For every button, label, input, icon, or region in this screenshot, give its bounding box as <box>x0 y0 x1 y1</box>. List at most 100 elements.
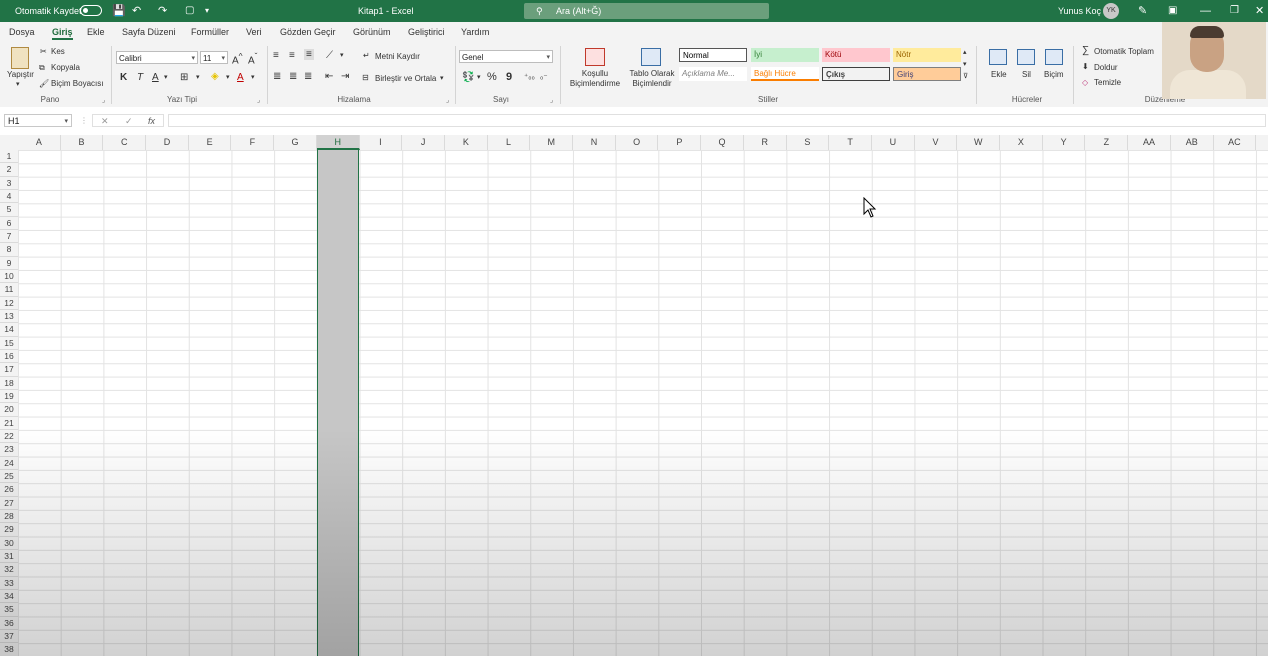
redo-icon[interactable]: ↷ <box>158 0 167 22</box>
row-header-27[interactable]: 27 <box>0 497 18 510</box>
underline-button[interactable]: A <box>152 72 159 83</box>
cancel-icon[interactable]: ✕ <box>101 115 109 128</box>
tab-gelistirici[interactable]: Geliştirici <box>408 22 445 42</box>
name-box-dropdown-icon[interactable]: ▾ <box>64 115 68 128</box>
number-format-combo[interactable]: Genel ▾ <box>459 50 553 63</box>
insert-cells-icon[interactable] <box>989 49 1007 65</box>
number-launcher-icon[interactable]: ⌟ <box>550 96 553 104</box>
decrease-decimal-icon[interactable]: ₀⁻ <box>540 72 548 81</box>
column-header-u[interactable]: U <box>872 135 915 150</box>
column-header-b[interactable]: B <box>61 135 104 150</box>
cell-style-5[interactable]: Bağlı Hücre <box>751 67 819 81</box>
align-bottom-icon[interactable]: ≡ <box>304 49 314 60</box>
paste-dropdown-icon[interactable]: ▾ <box>16 80 20 88</box>
column-header-x[interactable]: X <box>1000 135 1043 150</box>
merge-dropdown-icon[interactable]: ▾ <box>440 74 444 82</box>
row-header-13[interactable]: 13 <box>0 310 18 324</box>
row-header-29[interactable]: 29 <box>0 523 18 537</box>
cell-style-7[interactable]: Giriş <box>893 67 961 81</box>
row-header-3[interactable]: 3 <box>0 177 18 190</box>
font-color-dropdown-icon[interactable]: ▾ <box>251 73 255 81</box>
format-as-table-button[interactable]: Tablo Olarak Biçimlendir <box>626 69 678 89</box>
row-header-4[interactable]: 4 <box>0 190 18 204</box>
tab-giris[interactable]: Giriş <box>52 22 73 42</box>
increase-decimal-icon[interactable]: ⁺₀₀ <box>524 72 535 81</box>
row-header-24[interactable]: 24 <box>0 457 18 470</box>
styles-more-icon[interactable]: ⊽ <box>963 72 968 80</box>
format-cells-icon[interactable] <box>1045 49 1063 65</box>
search-box[interactable]: ⚲ Ara (Alt+Ğ) <box>524 3 769 19</box>
row-header-28[interactable]: 28 <box>0 510 18 524</box>
row-header-9[interactable]: 9 <box>0 257 18 270</box>
styles-scroll-down-icon[interactable]: ▾ <box>963 60 967 68</box>
column-header-y[interactable]: Y <box>1043 135 1086 150</box>
font-name-combo[interactable]: Calibri ▾ <box>116 51 198 64</box>
comma-button[interactable]: 9 <box>506 71 512 83</box>
row-header-8[interactable]: 8 <box>0 243 18 257</box>
column-header-w[interactable]: W <box>957 135 1001 150</box>
column-header-c[interactable]: C <box>103 135 147 150</box>
conditional-formatting-button[interactable]: Koşullu Biçimlendirme <box>565 69 625 89</box>
close-icon[interactable]: ✕ <box>1255 0 1264 22</box>
row-header-19[interactable]: 19 <box>0 390 18 404</box>
column-header-l[interactable]: L <box>488 135 531 150</box>
font-size-combo[interactable]: 11 ▾ <box>200 51 228 64</box>
bold-button[interactable]: K <box>120 72 127 83</box>
align-left-icon[interactable]: ≣ <box>273 71 281 82</box>
row-header-7[interactable]: 7 <box>0 230 18 244</box>
formula-input[interactable] <box>168 114 1266 127</box>
tab-yardim[interactable]: Yardım <box>461 22 489 42</box>
insert-cells-button[interactable]: Ekle <box>991 70 1007 79</box>
row-header-5[interactable]: 5 <box>0 203 18 217</box>
column-header-g[interactable]: G <box>274 135 317 150</box>
font-color-button[interactable]: A <box>237 72 244 83</box>
orientation-icon[interactable]: ⟋ <box>326 50 333 61</box>
column-header-o[interactable]: O <box>616 135 659 150</box>
row-header-30[interactable]: 30 <box>0 537 18 550</box>
increase-indent-icon[interactable]: ⇥ <box>341 71 349 82</box>
clear-button[interactable]: Temizle <box>1094 78 1121 87</box>
cell-style-1[interactable]: İyi <box>751 48 819 62</box>
row-header-26[interactable]: 26 <box>0 483 18 497</box>
column-header-r[interactable]: R <box>744 135 787 150</box>
font-launcher-icon[interactable]: ⌟ <box>257 96 260 104</box>
column-header-i[interactable]: I <box>360 135 403 150</box>
align-right-icon[interactable]: ≣ <box>304 71 312 82</box>
column-header-ab[interactable]: AB <box>1171 135 1214 150</box>
borders-dropdown-icon[interactable]: ▾ <box>196 73 200 81</box>
align-middle-icon[interactable]: ≡ <box>289 50 295 61</box>
orientation-dropdown-icon[interactable]: ▾ <box>340 51 344 59</box>
paste-icon[interactable] <box>11 47 29 69</box>
format-as-table-icon[interactable] <box>641 48 661 66</box>
row-header-6[interactable]: 6 <box>0 217 18 230</box>
pen-icon[interactable]: ✎ <box>1138 0 1147 22</box>
tab-gorunum[interactable]: Görünüm <box>353 22 391 42</box>
cell-area[interactable] <box>18 150 1268 656</box>
row-header-1[interactable]: 1 <box>0 150 18 164</box>
row-header-16[interactable]: 16 <box>0 350 18 364</box>
alignment-launcher-icon[interactable]: ⌟ <box>446 96 449 104</box>
decrease-indent-icon[interactable]: ⇤ <box>325 71 333 82</box>
cut-button[interactable]: Kes <box>51 47 65 56</box>
currency-dropdown-icon[interactable]: ▾ <box>477 73 481 81</box>
cell-style-3[interactable]: Nötr <box>893 48 961 62</box>
row-header-32[interactable]: 32 <box>0 563 18 577</box>
row-header-21[interactable]: 21 <box>0 417 18 430</box>
column-header-e[interactable]: E <box>189 135 232 150</box>
name-box[interactable]: H1 ▾ <box>4 114 72 127</box>
quick-access-icon[interactable]: ▢ <box>185 0 194 22</box>
tab-veri[interactable]: Veri <box>246 22 262 42</box>
row-header-15[interactable]: 15 <box>0 337 18 350</box>
selected-column-highlight[interactable] <box>317 150 359 656</box>
tab-ekle[interactable]: Ekle <box>87 22 105 42</box>
row-header-20[interactable]: 20 <box>0 403 18 417</box>
avatar[interactable]: YK <box>1103 3 1119 19</box>
select-all-corner[interactable] <box>0 135 18 150</box>
column-header-j[interactable]: J <box>402 135 445 150</box>
align-center-icon[interactable]: ≣ <box>289 71 297 82</box>
delete-cells-button[interactable]: Sil <box>1022 70 1031 79</box>
autosave-toggle[interactable] <box>80 5 102 16</box>
row-header-35[interactable]: 35 <box>0 603 18 617</box>
cell-style-6[interactable]: Çıkış <box>822 67 890 81</box>
italic-button[interactable]: T <box>137 72 143 83</box>
